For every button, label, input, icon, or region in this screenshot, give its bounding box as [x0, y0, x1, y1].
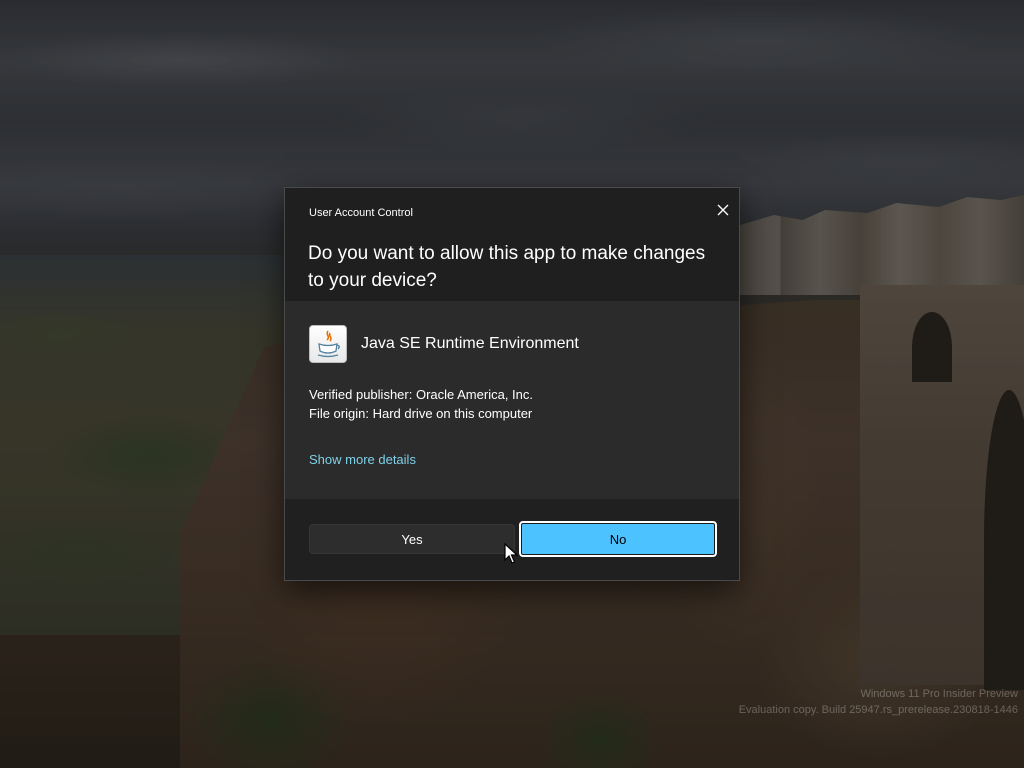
close-icon: [717, 204, 729, 216]
app-info: Verified publisher: Oracle America, Inc.…: [309, 385, 533, 423]
app-name: Java SE Runtime Environment: [361, 335, 579, 352]
evaluation-watermark: Windows 11 Pro Insider Preview Evaluatio…: [739, 686, 1018, 718]
close-button[interactable]: [709, 196, 737, 224]
java-icon: [309, 325, 347, 363]
watermark-line-edition: Windows 11 Pro Insider Preview: [860, 688, 1018, 700]
yes-button[interactable]: Yes: [309, 524, 515, 554]
show-more-details-link[interactable]: Show more details: [309, 452, 416, 467]
uac-dialog: User Account Control Do you want to allo…: [284, 187, 740, 581]
verified-publisher: Verified publisher: Oracle America, Inc.: [309, 387, 533, 402]
no-button[interactable]: No: [519, 521, 717, 557]
app-row: Java SE Runtime Environment: [309, 324, 729, 364]
mouse-pointer-icon: [504, 543, 518, 564]
watermark-line-build: Evaluation copy. Build 25947.rs_prerelea…: [738, 704, 1018, 716]
dialog-header: User Account Control Do you want to allo…: [285, 188, 739, 301]
file-origin: File origin: Hard drive on this computer: [309, 406, 533, 421]
dialog-footer: Yes No: [285, 499, 739, 580]
dialog-question: Do you want to allow this app to make ch…: [308, 243, 706, 291]
desktop-background: Windows 11 Pro Insider Preview Evaluatio…: [0, 0, 1024, 768]
dialog-caption: User Account Control: [309, 207, 413, 219]
